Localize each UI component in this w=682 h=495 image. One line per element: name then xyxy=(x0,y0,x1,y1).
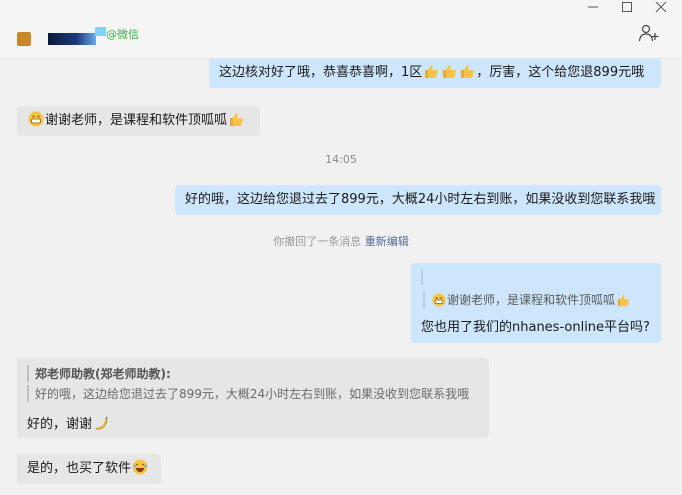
quote-author: 郑老师助教(郑老师助教): xyxy=(27,365,171,382)
quote-header-redacted xyxy=(421,269,503,285)
chat-title-bar: @微信 xyxy=(0,0,682,59)
message-bubble-received-with-quote[interactable]: 郑老师助教(郑老师助教): 好的哦，这边给您退过去了899元，大概24小时左右到… xyxy=(17,358,489,438)
maximize-icon[interactable] xyxy=(617,0,637,14)
quoted-text[interactable]: 好的哦，这边给您退过去了899元，大概24小时左右到账，如果没收到您联系我哦 xyxy=(27,385,469,402)
message-timestamp: 14:05 xyxy=(325,153,357,166)
message-text: 是的，也买了软件 xyxy=(27,461,132,476)
grin-emoji-icon xyxy=(431,293,447,307)
recall-text: 你撤回了一条消息 xyxy=(273,235,362,248)
contact-name-redacted xyxy=(48,33,96,45)
minimize-icon[interactable] xyxy=(583,0,603,14)
laughing-emoji-icon xyxy=(131,459,149,476)
add-member-icon[interactable] xyxy=(638,24,660,42)
message-text: 好的，谢谢 xyxy=(27,417,93,432)
message-text-row: 好的，谢谢 xyxy=(27,413,110,432)
contact-name-redacted-tail xyxy=(95,27,106,36)
thumbs-up-icon xyxy=(227,113,245,128)
contact-avatar[interactable] xyxy=(17,32,31,46)
message-text: 好的哦，这边给您退过去了899元，大概24小时左右到账，如果没收到您联系我哦 xyxy=(185,192,656,207)
grin-emoji-icon xyxy=(27,111,45,128)
message-bubble-sent-with-quote[interactable]: 谢谢老师，是课程和软件顶呱呱 您也用了我们的nhanes-online平台吗? xyxy=(411,263,661,343)
thumbs-up-icon xyxy=(422,65,476,80)
message-bubble-sent[interactable]: 这边核对好了哦，恭喜恭喜啊，1区 ，厉害，这个给您退899元哦 xyxy=(209,58,661,88)
message-bubble-received[interactable]: 是的，也买了软件 xyxy=(17,454,161,484)
quoted-message[interactable]: 谢谢老师，是课程和软件顶呱呱 xyxy=(423,291,631,308)
message-bubble-received[interactable]: 谢谢老师，是课程和软件顶呱呱 xyxy=(17,106,260,136)
message-text: 这边核对好了哦，恭喜恭喜啊，1区 xyxy=(219,65,423,80)
message-bubble-sent[interactable]: 好的哦，这边给您退过去了899元，大概24小时左右到账，如果没收到您联系我哦 xyxy=(175,185,661,215)
quoted-text: 谢谢老师，是课程和软件顶呱呱 xyxy=(447,293,616,307)
wechat-source-tag: @微信 xyxy=(106,28,139,41)
close-icon[interactable] xyxy=(651,0,671,14)
message-text-tail: ，厉害，这个给您退899元哦 xyxy=(476,65,645,80)
message-text: 谢谢老师，是课程和软件顶呱呱 xyxy=(45,113,228,128)
thumbs-up-icon xyxy=(615,293,631,307)
message-text: 您也用了我们的nhanes-online平台吗? xyxy=(421,320,650,335)
recall-notice: 你撤回了一条消息 重新编辑 xyxy=(0,233,682,249)
re-edit-link[interactable]: 重新编辑 xyxy=(365,235,409,248)
banana-emoji-icon xyxy=(92,416,110,432)
